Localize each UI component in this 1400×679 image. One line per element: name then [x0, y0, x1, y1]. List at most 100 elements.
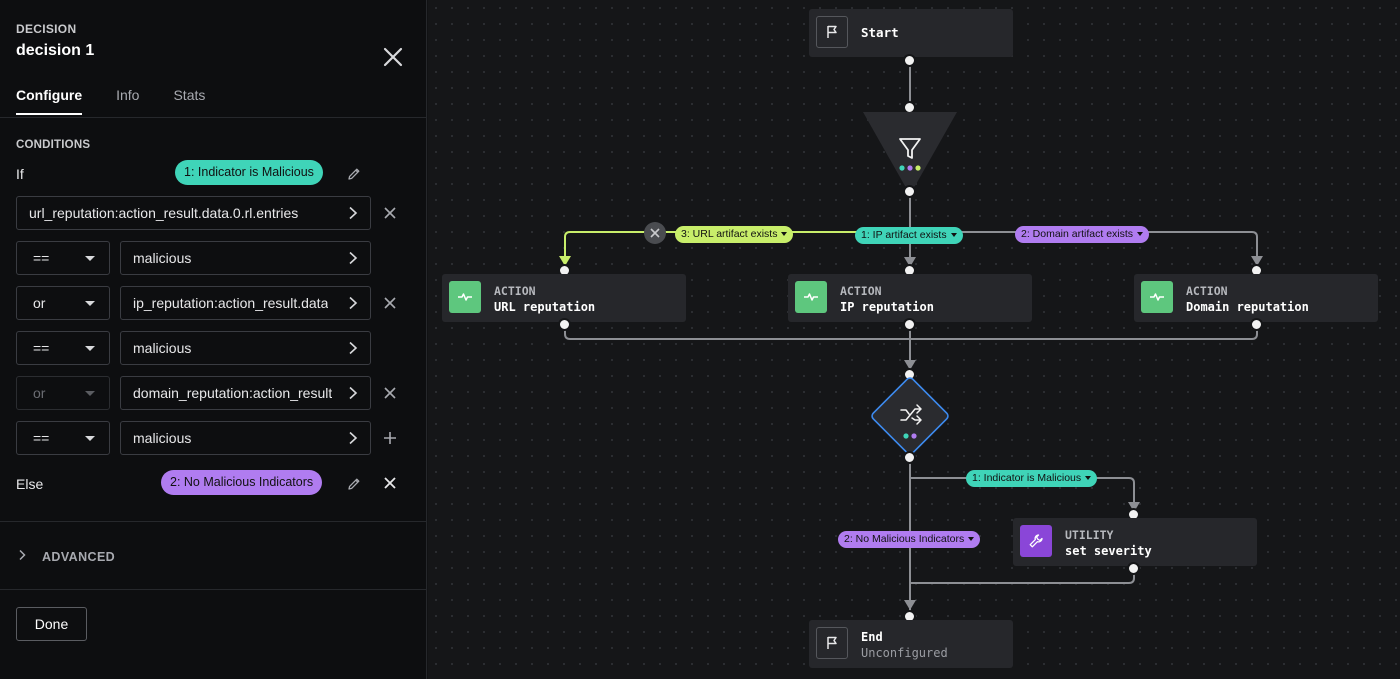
ip-out-port[interactable] — [903, 318, 916, 331]
node-kind: ACTION — [1186, 284, 1228, 298]
logic-select-disabled: or — [16, 376, 110, 410]
caret-down-icon — [1137, 232, 1144, 236]
operator-value: == — [33, 340, 50, 356]
end-node[interactable]: End Unconfigured — [809, 620, 1013, 668]
filter-out-port[interactable] — [903, 185, 916, 198]
logic-value: or — [33, 295, 46, 311]
node-name: Domain reputation — [1186, 300, 1309, 314]
condition-value-field[interactable]: malicious — [120, 241, 371, 275]
caret-down-icon — [85, 391, 95, 396]
panel-title: decision 1 — [16, 42, 95, 59]
advanced-label: ADVANCED — [42, 550, 116, 564]
end-status: Unconfigured — [861, 646, 948, 660]
condition-field-value: malicious — [133, 430, 192, 446]
activity-icon — [795, 281, 827, 313]
start-out-port[interactable] — [903, 54, 916, 67]
caret-down-icon — [85, 436, 95, 441]
operator-value: == — [33, 250, 50, 266]
action-node-ip-reputation[interactable]: ACTION IP reputation — [788, 274, 1032, 322]
tab-info[interactable]: Info — [116, 87, 139, 115]
condition-field-value: domain_reputation:action_result — [133, 385, 333, 401]
edit-if-outcome-icon[interactable] — [346, 166, 362, 182]
end-label: End — [861, 630, 883, 644]
else-outcome-badge[interactable]: 2: No Malicious Indicators — [161, 470, 323, 495]
edge-label-text: 1: Indicator is Malicious — [972, 472, 1082, 484]
if-label: If — [16, 166, 24, 182]
remove-condition-icon[interactable] — [382, 205, 398, 221]
start-label: Start — [861, 25, 899, 40]
operator-select[interactable]: == — [16, 421, 110, 455]
condition-value-field[interactable]: malicious — [120, 331, 371, 365]
playbook-canvas[interactable]: Start 3: URL artifact exists 1: IP artif… — [428, 0, 1400, 679]
condition-field-domain[interactable]: domain_reputation:action_result — [120, 376, 371, 410]
tabs-divider — [0, 117, 427, 118]
utility-out-port[interactable] — [1127, 562, 1140, 575]
remove-condition-icon[interactable] — [382, 295, 398, 311]
panel-tabs: Configure Info Stats — [16, 87, 239, 115]
utility-node-set-severity[interactable]: UTILITY set severity — [1013, 518, 1257, 566]
done-button[interactable]: Done — [16, 607, 87, 641]
condition-value-field[interactable]: malicious — [120, 421, 371, 455]
remove-condition-icon[interactable] — [382, 385, 398, 401]
condition-field-url[interactable]: url_reputation:action_result.data.0.rl.e… — [16, 196, 371, 230]
edge-label-url[interactable]: 3: URL artifact exists — [675, 226, 794, 243]
caret-down-icon — [85, 256, 95, 261]
node-kind: ACTION — [840, 284, 882, 298]
if-outcome-badge[interactable]: 1: Indicator is Malicious — [175, 160, 323, 185]
condition-field-value: ip_reputation:action_result.data — [133, 295, 329, 311]
edge-label-no-malicious[interactable]: 2: No Malicious Indicators — [838, 531, 981, 548]
node-kind: ACTION — [494, 284, 536, 298]
chevron-right-icon — [349, 296, 358, 310]
edge-label-text: 3: URL artifact exists — [681, 228, 778, 240]
action-node-url-reputation[interactable]: ACTION URL reputation — [442, 274, 686, 322]
logic-value: or — [33, 385, 46, 401]
edge-label-malicious[interactable]: 1: Indicator is Malicious — [966, 470, 1098, 487]
caret-down-icon — [85, 346, 95, 351]
advanced-toggle[interactable]: ADVANCED — [16, 549, 115, 564]
close-icon[interactable] — [380, 44, 406, 70]
tab-configure[interactable]: Configure — [16, 87, 83, 115]
logic-select[interactable]: or — [16, 286, 110, 320]
domain-out-port[interactable] — [1250, 318, 1263, 331]
caret-down-icon — [968, 537, 975, 541]
activity-icon — [1141, 281, 1173, 313]
filter-node[interactable] — [861, 110, 959, 190]
decision-node[interactable] — [868, 374, 952, 458]
wrench-icon — [1020, 525, 1052, 557]
caret-down-icon — [1085, 476, 1092, 480]
edge-label-text: 2: No Malicious Indicators — [844, 533, 965, 545]
operator-select[interactable]: == — [16, 241, 110, 275]
node-kind: UTILITY — [1065, 528, 1114, 542]
condition-field-value: malicious — [133, 340, 192, 356]
start-node[interactable]: Start — [809, 9, 1013, 57]
url-out-port[interactable] — [558, 318, 571, 331]
conditions-label: CONDITIONS — [16, 139, 91, 151]
chevron-right-icon — [19, 549, 26, 561]
node-name: IP reputation — [840, 300, 934, 314]
tab-stats[interactable]: Stats — [173, 87, 205, 115]
caret-down-icon — [950, 233, 957, 237]
edge-label-domain[interactable]: 2: Domain artifact exists — [1015, 226, 1150, 243]
close-icon — [650, 228, 660, 238]
operator-value: == — [33, 430, 50, 446]
condition-field-ip[interactable]: ip_reputation:action_result.data — [120, 286, 371, 320]
edge-label-text: 1: IP artifact exists — [861, 229, 947, 241]
panel-kicker: DECISION — [16, 22, 77, 36]
delete-edge-button[interactable] — [644, 222, 666, 244]
edge-label-text: 2: Domain artifact exists — [1021, 228, 1134, 240]
node-name: URL reputation — [494, 300, 596, 314]
add-condition-icon[interactable] — [382, 430, 398, 446]
remove-else-icon[interactable] — [382, 475, 398, 491]
edit-else-outcome-icon[interactable] — [346, 476, 362, 492]
footer-divider — [0, 589, 427, 590]
chevron-right-icon — [349, 251, 358, 265]
else-label: Else — [16, 476, 44, 492]
condition-field-value: url_reputation:action_result.data.0.rl.e… — [29, 205, 299, 221]
action-node-domain-reputation[interactable]: ACTION Domain reputation — [1134, 274, 1378, 322]
activity-icon — [449, 281, 481, 313]
operator-select[interactable]: == — [16, 331, 110, 365]
chevron-right-icon — [349, 386, 358, 400]
caret-down-icon — [85, 301, 95, 306]
edge-label-ip[interactable]: 1: IP artifact exists — [855, 227, 963, 244]
decision-out-port[interactable] — [903, 451, 916, 464]
